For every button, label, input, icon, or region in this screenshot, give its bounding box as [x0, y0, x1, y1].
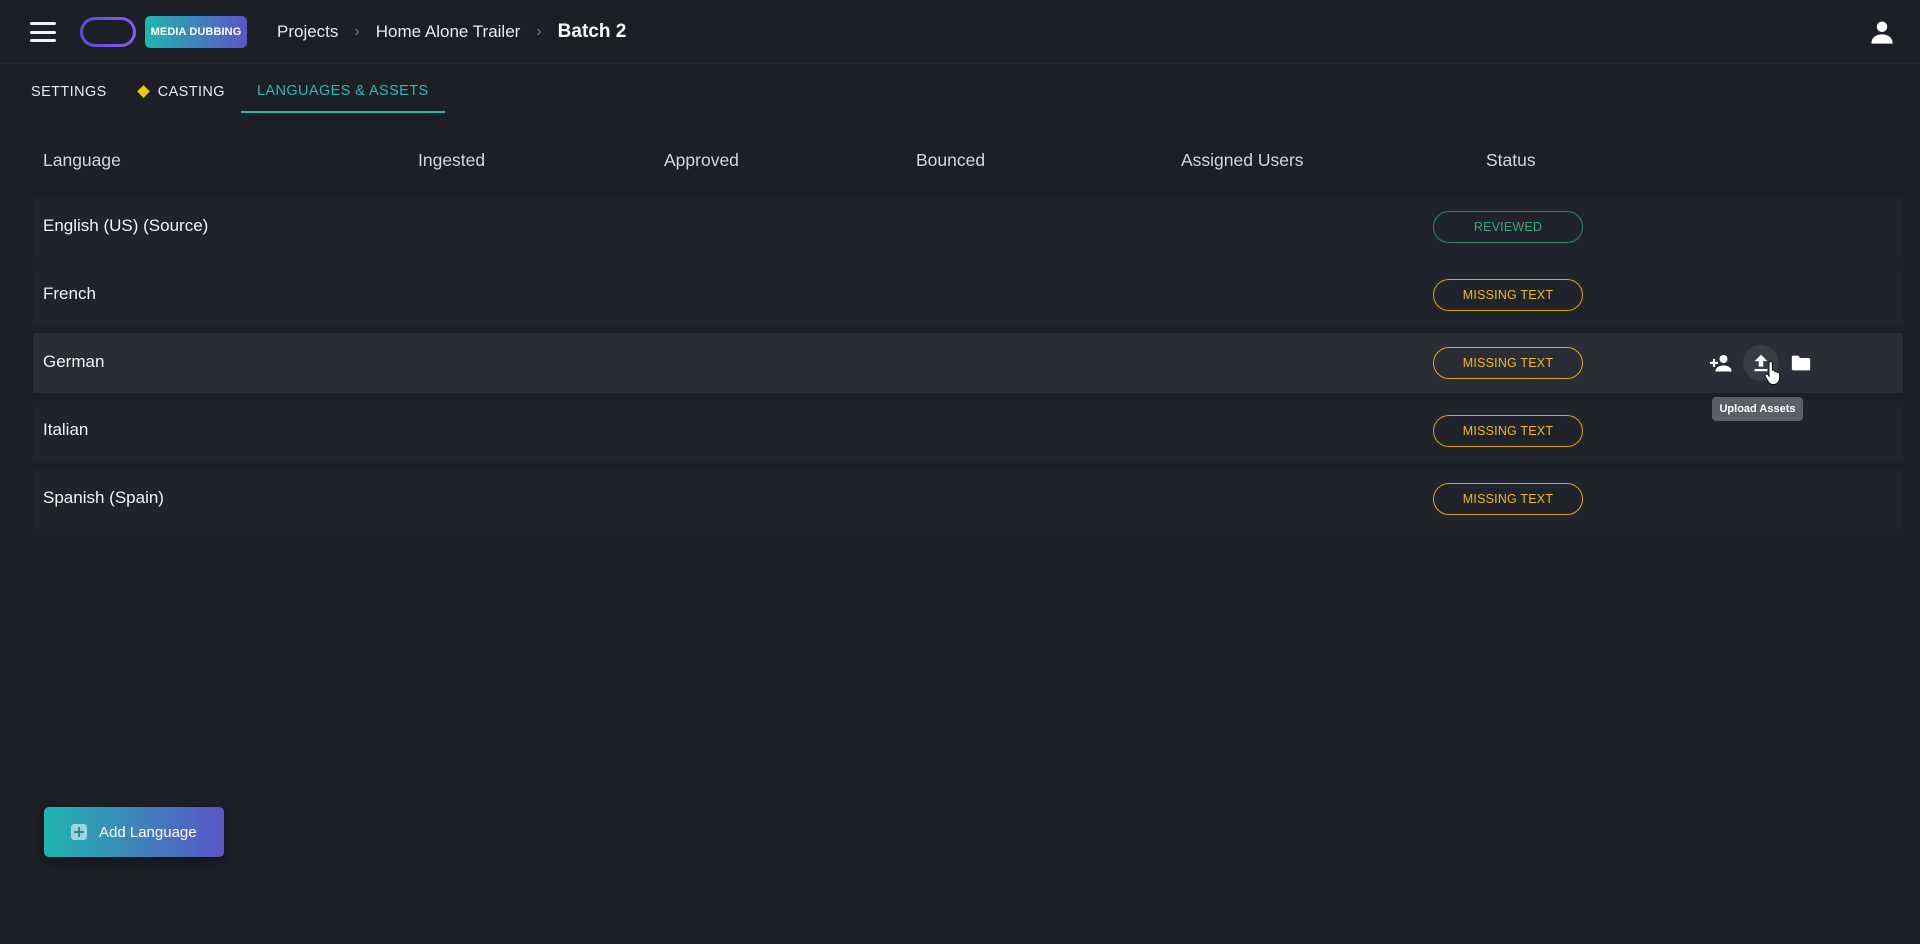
- hand-cursor-icon: [1764, 360, 1782, 385]
- table-header: Language Ingested Approved Bounced Assig…: [33, 140, 1903, 182]
- language-name: French: [43, 284, 96, 303]
- language-name: Italian: [43, 420, 89, 439]
- languages-table: Language Ingested Approved Bounced Assig…: [33, 140, 1903, 529]
- warning-diamond-icon: [136, 85, 150, 98]
- status-badge: MISSING TEXT: [1433, 347, 1583, 379]
- language-name: Spanish (Spain): [43, 488, 164, 507]
- tab-label: SETTINGS: [31, 83, 107, 100]
- column-header-status[interactable]: Status: [1486, 150, 1536, 171]
- chevron-right-icon: ›: [536, 23, 542, 40]
- column-header-language[interactable]: Language: [43, 150, 121, 171]
- add-language-button[interactable]: Add Language: [44, 807, 224, 857]
- tab-settings[interactable]: SETTINGS: [15, 70, 123, 113]
- tab-languages-assets[interactable]: LANGUAGES & ASSETS: [240, 70, 445, 113]
- breadcrumb: Projects › Home Alone Trailer › Batch 2: [277, 0, 626, 64]
- status-badge: MISSING TEXT: [1433, 415, 1583, 447]
- table-row[interactable]: Italian MISSING TEXT: [33, 401, 1903, 461]
- menu-icon[interactable]: [29, 20, 57, 44]
- top-bar: MEDIA DUBBING Projects › Home Alone Trai…: [0, 0, 1920, 64]
- app-logo[interactable]: [80, 17, 136, 47]
- table-row[interactable]: French MISSING TEXT: [33, 265, 1903, 325]
- product-badge[interactable]: MEDIA DUBBING: [145, 16, 247, 48]
- column-header-approved[interactable]: Approved: [664, 150, 739, 171]
- open-folder-button[interactable]: [1783, 345, 1819, 381]
- language-name: German: [43, 352, 105, 371]
- column-header-ingested[interactable]: Ingested: [418, 150, 485, 171]
- breadcrumb-current: Batch 2: [557, 21, 627, 42]
- chevron-right-icon: ›: [354, 23, 360, 40]
- table-row[interactable]: English (US) (Source) REVIEWED: [33, 197, 1903, 257]
- account-icon[interactable]: [1868, 18, 1896, 46]
- tab-casting[interactable]: CASTING: [123, 70, 241, 113]
- status-badge: MISSING TEXT: [1433, 483, 1583, 515]
- add-box-icon: [71, 824, 87, 840]
- status-badge: MISSING TEXT: [1433, 279, 1583, 311]
- folder-icon: [1791, 355, 1811, 371]
- breadcrumb-projects[interactable]: Projects: [277, 22, 338, 42]
- column-header-bounced[interactable]: Bounced: [916, 150, 985, 171]
- breadcrumb-project[interactable]: Home Alone Trailer: [376, 22, 521, 42]
- add-user-icon: [1710, 355, 1732, 372]
- tab-label: CASTING: [157, 83, 225, 100]
- column-header-assigned-users[interactable]: Assigned Users: [1181, 150, 1304, 171]
- language-name: English (US) (Source): [43, 216, 209, 235]
- table-row[interactable]: Spanish (Spain) MISSING TEXT: [33, 469, 1903, 529]
- upload-assets-tooltip: Upload Assets: [1712, 397, 1803, 421]
- status-badge: REVIEWED: [1433, 211, 1583, 243]
- table-row[interactable]: German MISSING TEXT: [33, 333, 1903, 393]
- add-language-label: Add Language: [99, 823, 197, 841]
- tab-label: LANGUAGES & ASSETS: [256, 82, 429, 99]
- assign-user-button[interactable]: [1703, 345, 1739, 381]
- tab-bar: SETTINGS CASTING LANGUAGES & ASSETS: [15, 70, 445, 113]
